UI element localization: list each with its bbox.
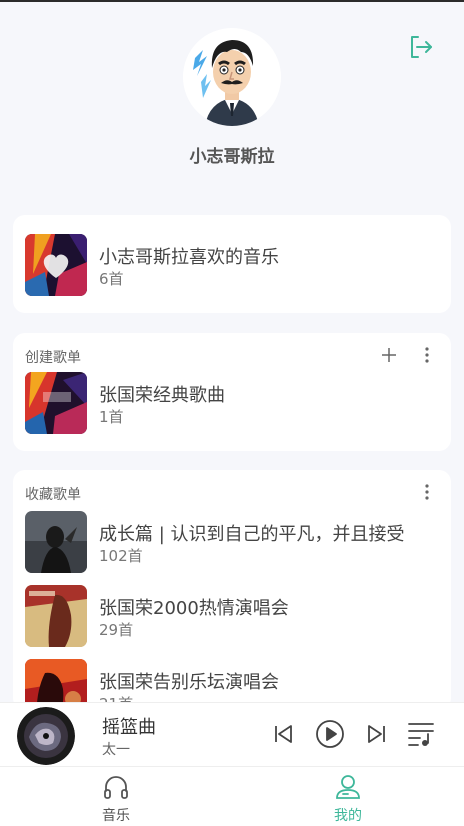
created-playlist-item[interactable]: 张国荣经典歌曲 1首 — [25, 372, 439, 434]
collected-playlist-item[interactable]: 成长篇 | 认识到自己的平凡，并且接受 102首 — [25, 511, 439, 573]
top-border — [0, 0, 464, 2]
add-playlist-button[interactable] — [377, 343, 401, 367]
logout-icon — [411, 36, 432, 58]
avatar-illustration — [183, 28, 281, 126]
tab-music-label: 音乐 — [102, 808, 130, 824]
previous-button[interactable] — [268, 717, 298, 751]
next-button[interactable] — [362, 717, 392, 751]
playlist-name: 张国荣告别乐坛演唱会 — [99, 672, 279, 693]
collected-more-button[interactable] — [415, 480, 439, 504]
mini-player: 摇篮曲 太一 — [0, 702, 464, 766]
tab-music[interactable]: 音乐 — [71, 773, 161, 825]
play-icon — [316, 720, 344, 748]
favorites-playlist[interactable]: 小志哥斯拉喜欢的音乐 6首 — [25, 234, 439, 296]
skip-next-icon — [368, 725, 385, 743]
created-tools — [377, 343, 439, 367]
playlist-cover — [25, 372, 87, 434]
user-icon — [336, 775, 360, 799]
favorites-cover — [25, 234, 87, 296]
collected-tools — [415, 480, 439, 504]
skip-previous-icon — [275, 725, 292, 743]
user-avatar[interactable] — [183, 28, 281, 126]
created-more-button[interactable] — [415, 343, 439, 367]
headphones-icon — [104, 776, 128, 799]
playlist-queue-button[interactable] — [406, 717, 436, 751]
more-vertical-icon — [425, 347, 429, 363]
created-playlists-card: 创建歌单 张国荣经典歌曲 1首 — [13, 333, 451, 451]
play-button[interactable] — [314, 717, 346, 751]
playlist-name: 成长篇 | 认识到自己的平凡，并且接受 — [99, 524, 405, 545]
section-title-collected: 收藏歌单 — [25, 487, 81, 503]
logout-button[interactable] — [408, 34, 434, 60]
now-playing-title: 摇篮曲 — [102, 717, 156, 738]
section-title-created: 创建歌单 — [25, 350, 81, 366]
plus-icon — [382, 348, 396, 362]
now-playing-cover[interactable] — [17, 707, 75, 765]
playlist-name: 张国荣经典歌曲 — [99, 385, 225, 406]
now-playing-artist: 太一 — [102, 742, 130, 758]
tab-mine-label: 我的 — [334, 808, 362, 824]
bottom-tab-bar: 音乐 我的 — [0, 766, 464, 826]
playlist-count: 29首 — [99, 621, 134, 639]
playlist-cover — [25, 511, 87, 573]
username: 小志哥斯拉 — [189, 147, 275, 167]
playlist-count: 1首 — [99, 408, 124, 426]
favorites-card: 小志哥斯拉喜欢的音乐 6首 — [13, 215, 451, 313]
playlist-cover — [25, 585, 87, 647]
more-vertical-icon — [425, 484, 429, 500]
playlist-count: 102首 — [99, 547, 143, 565]
playlist-icon — [408, 723, 434, 746]
tab-mine[interactable]: 我的 — [303, 773, 393, 825]
collected-playlists-card: 收藏歌单 成长篇 | 认识到自己的平凡，并且接受 102首 张国荣2000热情演… — [13, 470, 451, 710]
playlist-name: 小志哥斯拉喜欢的音乐 — [99, 247, 279, 268]
collected-playlist-item[interactable]: 张国荣2000热情演唱会 29首 — [25, 585, 439, 647]
playlist-name: 张国荣2000热情演唱会 — [99, 598, 289, 619]
playlist-count: 6首 — [99, 270, 124, 288]
